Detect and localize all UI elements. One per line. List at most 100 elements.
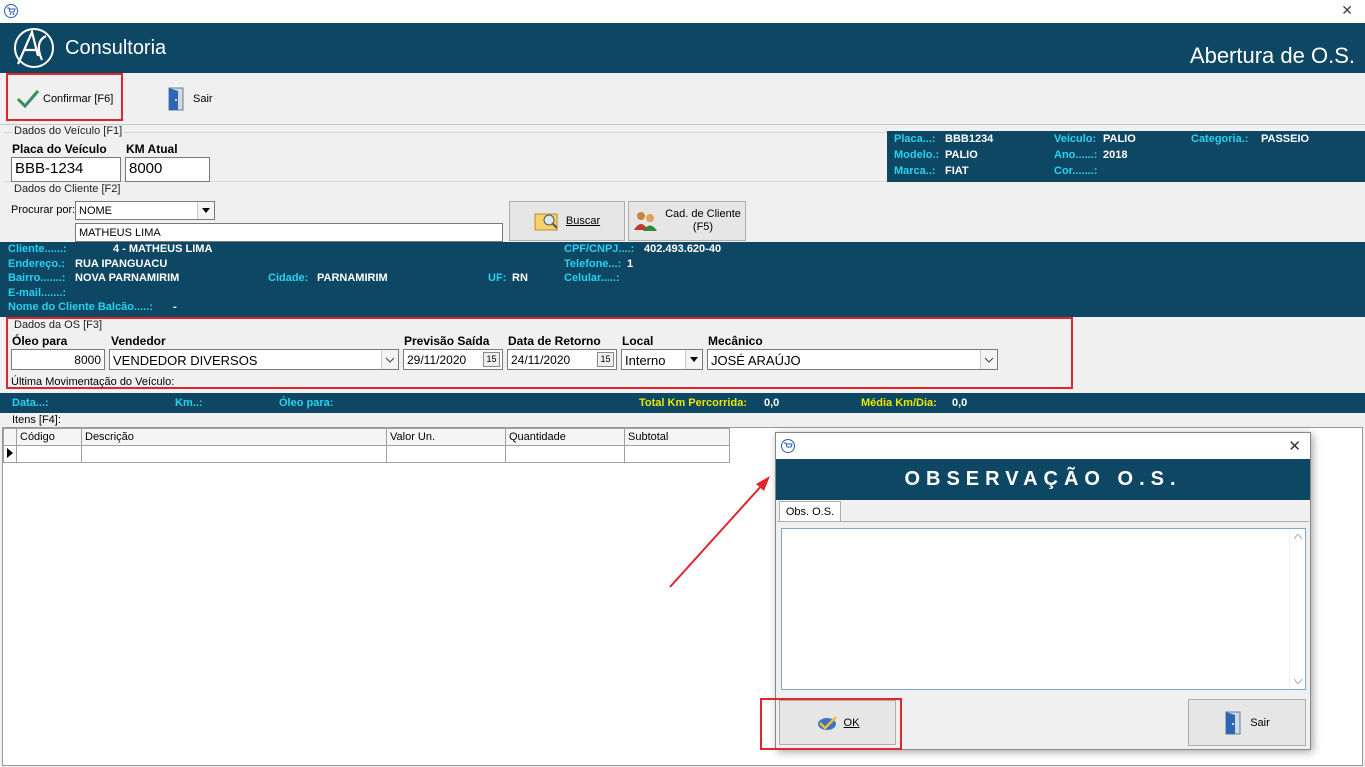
window-titlebar: ✕ — [0, 0, 1365, 23]
client-cliente-label: Cliente......: — [8, 243, 67, 255]
column-header[interactable]: Subtotal — [624, 428, 730, 446]
local-label: Local — [622, 334, 654, 348]
client-endereco-value: RUA IPANGUACU — [75, 258, 168, 270]
last-km-label: Km..: — [175, 397, 203, 409]
register-client-button[interactable]: Cad. de Cliente (F5) — [628, 201, 746, 241]
dialog-exit-button[interactable]: Sair — [1188, 699, 1306, 746]
items-table[interactable]: Código Descrição Valor Un. Quantidade Su… — [3, 428, 730, 463]
confirm-button[interactable]: Confirmar [F6] — [16, 89, 113, 109]
vendedor-select[interactable]: VENDEDOR DIVERSOS — [109, 349, 399, 370]
dialog-titlebar: ✕ — [776, 433, 1310, 459]
vendedor-value: VENDEDOR DIVERSOS — [113, 353, 258, 368]
observation-textarea[interactable] — [781, 528, 1306, 690]
calendar-icon[interactable]: 15 — [597, 352, 614, 367]
search-button-label: Buscar — [565, 215, 601, 227]
client-bairro-label: Bairro.......: — [8, 272, 66, 284]
client-cidade-label: Cidade: — [268, 272, 309, 284]
scroll-up-icon[interactable] — [1294, 534, 1302, 539]
vehicle-modelo-value: PALIO — [945, 149, 978, 161]
table-cell[interactable] — [624, 445, 730, 463]
search-by-select[interactable]: NOME — [75, 201, 215, 220]
vehicle-group-label: Dados do Veículo [F1] — [12, 125, 125, 137]
dialog-close-icon[interactable]: ✕ — [1288, 437, 1301, 455]
exit-button[interactable]: Sair — [167, 87, 213, 111]
items-group-label: Itens [F4]: — [12, 414, 61, 426]
client-cpf-value: 402.493.620-40 — [644, 243, 722, 255]
km-input[interactable]: 8000 — [125, 157, 210, 182]
mecanico-select[interactable]: JOSÉ ARAÚJO — [707, 349, 998, 370]
search-folder-icon — [534, 213, 558, 231]
vehicle-ano-value: 2018 — [1103, 149, 1128, 161]
vehicle-veiculo-label: Veículo: — [1054, 133, 1097, 145]
total-km-value: 0,0 — [764, 397, 780, 409]
local-value: Interno — [625, 353, 666, 368]
register-client-label-line2: (F5) — [692, 221, 714, 233]
column-header[interactable]: Valor Un. — [386, 428, 506, 446]
table-header-row: Código Descrição Valor Un. Quantidade Su… — [3, 428, 730, 446]
media-km-label: Média Km/Dia: — [861, 397, 937, 409]
retorno-label: Data de Retorno — [508, 334, 601, 348]
client-celular-label: Celular.....: — [564, 272, 620, 284]
textarea-scrollbar[interactable] — [1289, 529, 1305, 689]
previsao-value: 29/11/2020 — [407, 353, 467, 367]
total-km-label: Total Km Percorrida: — [639, 397, 747, 409]
ok-label: OK — [843, 716, 860, 729]
client-cidade-value: PARNAMIRIM — [317, 272, 388, 284]
client-telefone-label: Telefone...: — [564, 258, 622, 270]
client-uf-label: UF: — [488, 272, 507, 284]
checkmark-icon — [817, 715, 837, 730]
previsao-label: Previsão Saída — [404, 334, 490, 348]
dialog-heading: OBSERVAÇÃO O.S. — [776, 459, 1310, 500]
brand-name: Consultoria — [65, 37, 167, 59]
window-close-icon[interactable]: ✕ — [1341, 2, 1353, 19]
toolbar: Confirmar [F6] Sair — [0, 73, 1365, 125]
retorno-value: 24/11/2020 — [511, 353, 571, 367]
observation-dialog: ✕ OBSERVAÇÃO O.S. Obs. O.S. OK Sair — [760, 432, 1311, 750]
mecanico-value: JOSÉ ARAÚJO — [711, 353, 801, 368]
client-search-input[interactable]: MATHEUS LIMA — [75, 223, 503, 242]
local-select[interactable]: Interno — [621, 349, 703, 370]
app-cart-icon — [781, 439, 795, 453]
km-label: KM Atual — [126, 142, 178, 156]
register-client-label: Cad. de Cliente (F5) — [665, 208, 741, 234]
chevron-down-icon — [381, 350, 398, 369]
previsao-date-input[interactable]: 29/11/2020 15 — [403, 349, 503, 370]
last-data-label: Data...: — [12, 397, 49, 409]
client-cliente-value: 4 - MATHEUS LIMA — [113, 243, 213, 255]
plate-input[interactable]: BBB-1234 — [11, 157, 121, 182]
vehicle-placa-label: Placa...: — [894, 133, 936, 145]
exit-label: Sair — [193, 93, 213, 105]
checkmark-icon — [16, 90, 40, 109]
client-telefone-value: 1 — [627, 258, 634, 270]
column-header[interactable]: Quantidade — [505, 428, 625, 446]
table-cell[interactable] — [16, 445, 82, 463]
vehicle-categoria-label: Categoria.: — [1191, 133, 1249, 145]
client-uf-value: RN — [512, 272, 528, 284]
client-info-panel: Cliente......: 4 - MATHEUS LIMA Endereço… — [0, 242, 1365, 317]
door-exit-icon — [1225, 711, 1241, 734]
calendar-icon[interactable]: 15 — [483, 352, 500, 367]
vehicle-cor-label: Cor.......: — [1054, 165, 1098, 177]
table-corner-cell — [3, 428, 17, 446]
ok-button[interactable]: OK — [779, 700, 896, 745]
header-banner: Consultoria Abertura de O.S. — [0, 23, 1365, 73]
table-cell[interactable] — [81, 445, 387, 463]
scroll-down-icon[interactable] — [1294, 679, 1302, 684]
search-button[interactable]: Buscar — [509, 201, 625, 241]
vehicle-placa-value: BBB1234 — [945, 133, 994, 145]
door-exit-icon — [168, 87, 184, 111]
chevron-down-icon — [685, 350, 702, 369]
client-balcao-label: Nome do Cliente Balcão.....: — [8, 301, 153, 313]
table-cell[interactable] — [505, 445, 625, 463]
company-logo-icon — [14, 28, 54, 68]
table-cell[interactable] — [386, 445, 506, 463]
column-header[interactable]: Descrição — [81, 428, 387, 446]
search-by-label: Procurar por: — [11, 204, 76, 216]
table-row[interactable] — [3, 445, 730, 463]
oleo-input[interactable]: 8000 — [11, 349, 105, 370]
column-header[interactable]: Código — [16, 428, 82, 446]
vehicle-ano-label: Ano......: — [1054, 149, 1098, 161]
tab-obs-os[interactable]: Obs. O.S. — [779, 501, 841, 522]
vehicle-categoria-value: PASSEIO — [1261, 133, 1310, 145]
retorno-date-input[interactable]: 24/11/2020 15 — [507, 349, 617, 370]
